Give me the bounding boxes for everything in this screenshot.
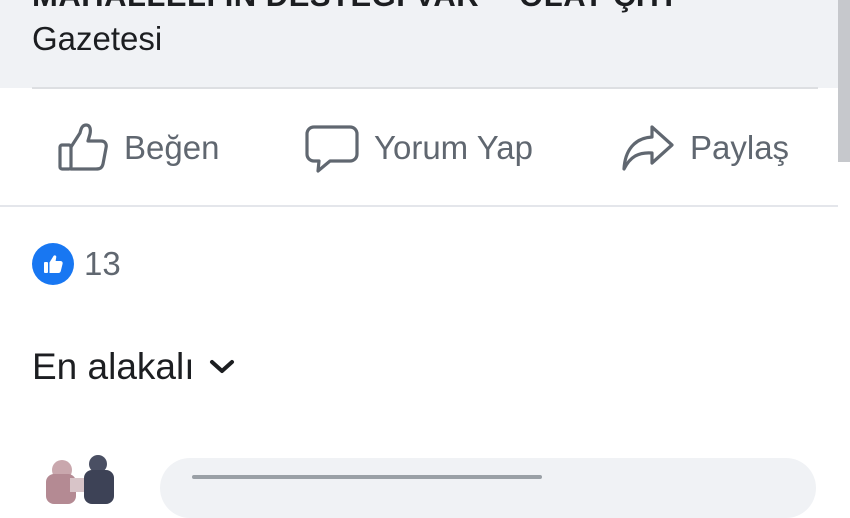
like-button[interactable]: Beğen [56, 118, 219, 178]
commenter-name[interactable] [192, 475, 542, 479]
reaction-count: 13 [84, 245, 121, 282]
share-arrow-icon [620, 121, 676, 175]
chevron-down-icon [209, 359, 235, 375]
comment-button-label: Yorum Yap [374, 129, 534, 166]
comment-sort-dropdown[interactable]: En alakalı [32, 343, 235, 391]
section-divider [0, 205, 838, 207]
comment-button[interactable]: Yorum Yap [304, 118, 533, 178]
link-preview-card[interactable]: MAHALLELİ İN DESTEĞİ VAR OLAY ÇİTİ Gazete… [0, 0, 838, 88]
share-button[interactable]: Paylaş [620, 118, 789, 178]
preview-divider [32, 87, 818, 89]
reactions-summary[interactable]: 13 [32, 242, 121, 286]
link-preview-title-right: OLAY ÇİTİ [519, 0, 673, 13]
link-preview-source: Gazetesi [32, 20, 163, 57]
share-button-label: Paylaş [690, 129, 790, 166]
link-preview-title[interactable]: MAHALLELİ İN DESTEĞİ VAR OLAY ÇİTİ [32, 0, 674, 14]
comment-sort-label: En alakalı [32, 346, 195, 387]
link-preview-title-left: MAHALLELİ İN DESTEĞİ VAR [32, 0, 479, 13]
scrollbar-thumb[interactable] [838, 0, 850, 162]
thumbs-up-reaction-icon [32, 243, 74, 285]
thumbs-up-icon [56, 121, 110, 175]
commenter-avatar[interactable] [40, 448, 132, 508]
comment-bubble[interactable] [160, 458, 816, 518]
speech-bubble-icon [304, 121, 360, 175]
like-button-label: Beğen [124, 129, 220, 166]
